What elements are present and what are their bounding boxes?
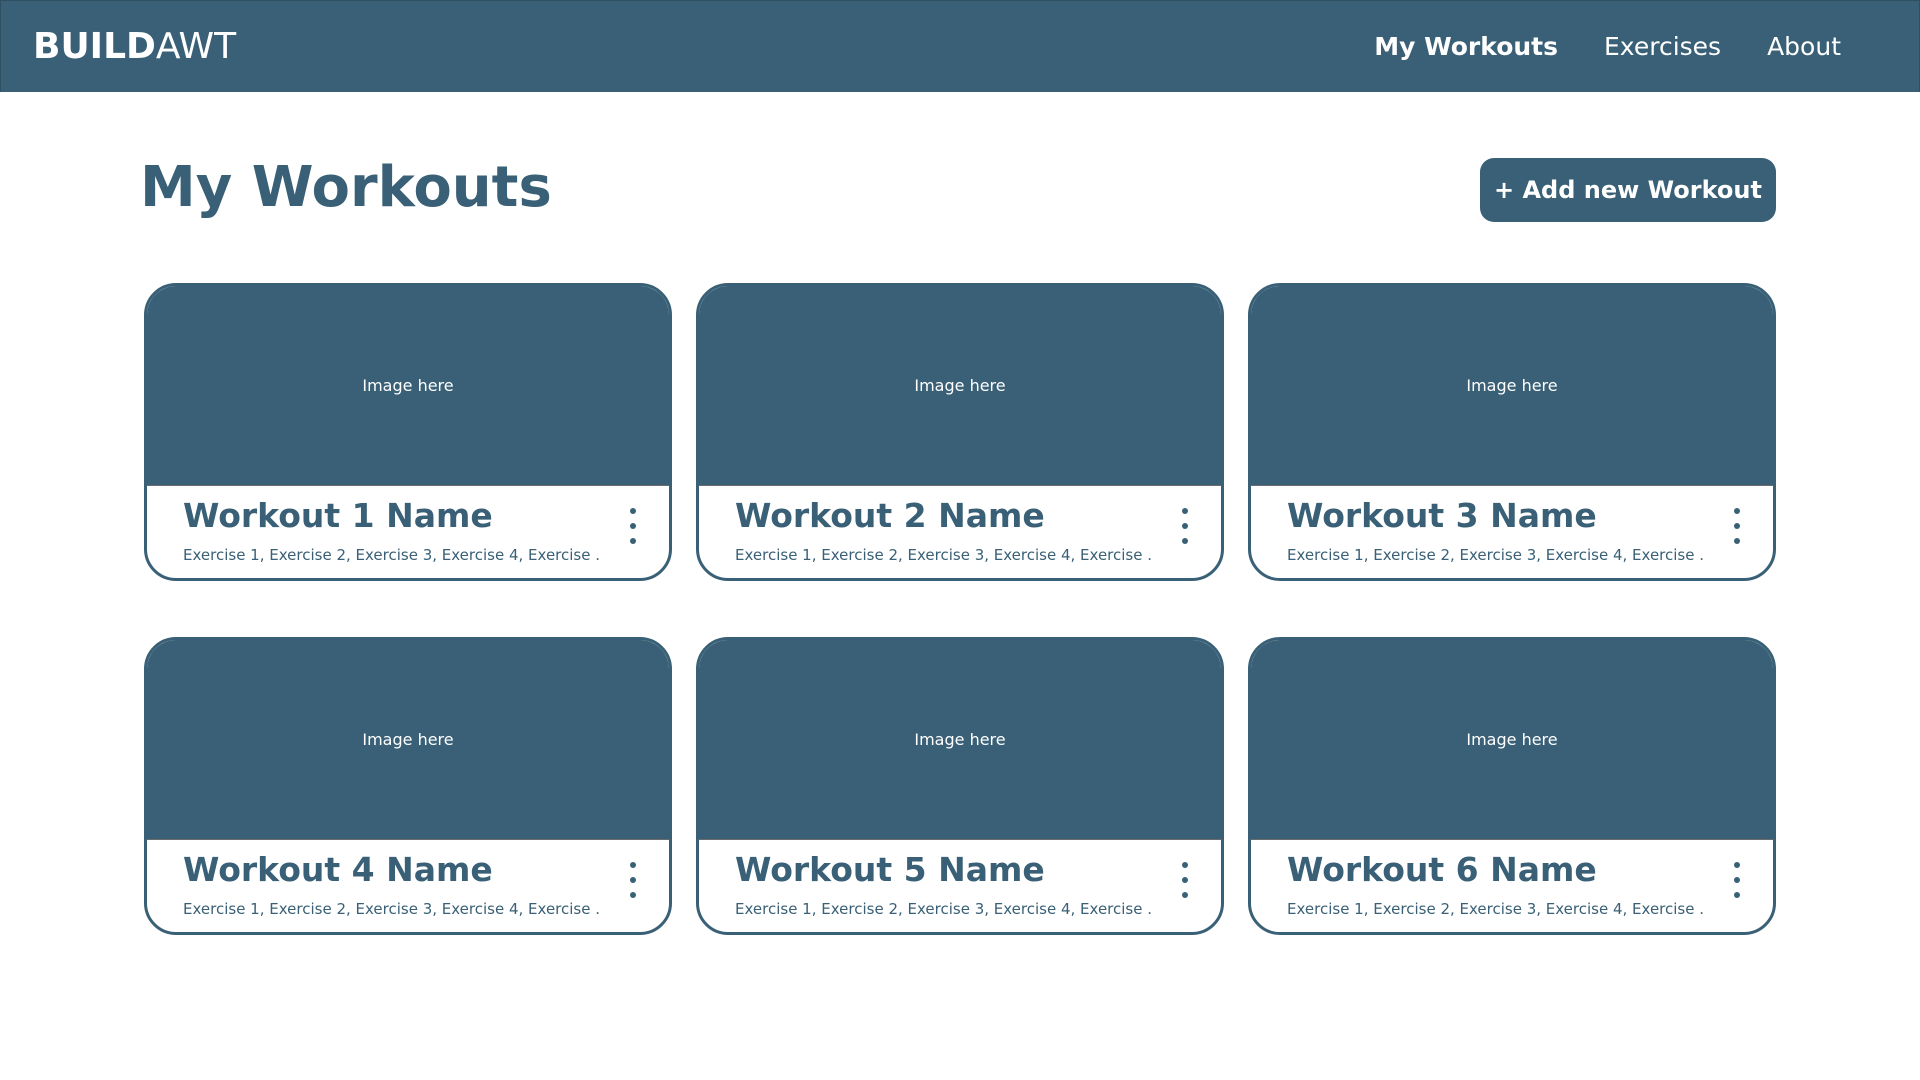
workout-exercise-list: Exercise 1, Exercise 2, Exercise 3, Exer…	[735, 900, 1151, 918]
workout-name: Workout 3 Name	[1287, 496, 1597, 535]
menu-dot	[630, 538, 636, 544]
workout-name: Workout 2 Name	[735, 496, 1045, 535]
image-placeholder-label: Image here	[362, 376, 454, 395]
workout-exercise-list: Exercise 1, Exercise 2, Exercise 3, Exer…	[183, 900, 599, 918]
workout-card-body: Workout 4 Name Exercise 1, Exercise 2, E…	[147, 840, 669, 932]
workout-image-placeholder: Image here	[147, 286, 669, 486]
menu-dot	[630, 877, 636, 883]
menu-dot	[1182, 508, 1188, 514]
workout-image-placeholder: Image here	[699, 640, 1221, 840]
workout-card-body: Workout 1 Name Exercise 1, Exercise 2, E…	[147, 486, 669, 578]
workout-card-body: Workout 3 Name Exercise 1, Exercise 2, E…	[1251, 486, 1773, 578]
workout-name: Workout 6 Name	[1287, 850, 1597, 889]
nav-link-exercises[interactable]: Exercises	[1604, 29, 1721, 65]
menu-dot	[1734, 523, 1740, 529]
workout-exercise-list: Exercise 1, Exercise 2, Exercise 3, Exer…	[735, 546, 1151, 564]
workout-name: Workout 5 Name	[735, 850, 1045, 889]
menu-dot	[1182, 892, 1188, 898]
workout-card[interactable]: Image here Workout 5 Name Exercise 1, Ex…	[696, 637, 1224, 935]
workout-exercise-list: Exercise 1, Exercise 2, Exercise 3, Exer…	[183, 546, 599, 564]
top-navbar: BUILDAWT My Workouts Exercises About	[0, 0, 1920, 92]
nav-link-about[interactable]: About	[1767, 29, 1841, 65]
brand-logo-bold: BUILD	[33, 26, 156, 67]
page-title: My Workouts	[140, 155, 552, 220]
workout-image-placeholder: Image here	[1251, 286, 1773, 486]
more-vertical-icon[interactable]	[1173, 860, 1197, 900]
menu-dot	[1182, 877, 1188, 883]
menu-dot	[1734, 862, 1740, 868]
menu-dot	[1182, 862, 1188, 868]
brand-logo-light: AWT	[155, 26, 237, 67]
more-vertical-icon[interactable]	[1173, 506, 1197, 546]
workout-name: Workout 1 Name	[183, 496, 493, 535]
nav-links: My Workouts Exercises About	[1374, 29, 1841, 65]
menu-dot	[1734, 892, 1740, 898]
workout-grid: Image here Workout 1 Name Exercise 1, Ex…	[144, 283, 1776, 935]
image-placeholder-label: Image here	[1466, 376, 1558, 395]
workout-card[interactable]: Image here Workout 4 Name Exercise 1, Ex…	[144, 637, 672, 935]
workout-card[interactable]: Image here Workout 6 Name Exercise 1, Ex…	[1248, 637, 1776, 935]
image-placeholder-label: Image here	[914, 730, 1006, 749]
menu-dot	[630, 508, 636, 514]
workout-card-body: Workout 5 Name Exercise 1, Exercise 2, E…	[699, 840, 1221, 932]
add-workout-button[interactable]: + Add new Workout	[1480, 158, 1776, 222]
workout-card[interactable]: Image here Workout 2 Name Exercise 1, Ex…	[696, 283, 1224, 581]
image-placeholder-label: Image here	[914, 376, 1006, 395]
menu-dot	[630, 862, 636, 868]
workout-image-placeholder: Image here	[147, 640, 669, 840]
more-vertical-icon[interactable]	[621, 506, 645, 546]
more-vertical-icon[interactable]	[621, 860, 645, 900]
menu-dot	[1182, 538, 1188, 544]
menu-dot	[1734, 877, 1740, 883]
nav-link-my-workouts[interactable]: My Workouts	[1374, 29, 1558, 65]
workout-card[interactable]: Image here Workout 3 Name Exercise 1, Ex…	[1248, 283, 1776, 581]
workout-image-placeholder: Image here	[1251, 640, 1773, 840]
menu-dot	[630, 523, 636, 529]
image-placeholder-label: Image here	[1466, 730, 1558, 749]
menu-dot	[1734, 508, 1740, 514]
brand-logo[interactable]: BUILDAWT	[33, 25, 236, 69]
menu-dot	[1182, 523, 1188, 529]
menu-dot	[630, 892, 636, 898]
workout-image-placeholder: Image here	[699, 286, 1221, 486]
menu-dot	[1734, 538, 1740, 544]
image-placeholder-label: Image here	[362, 730, 454, 749]
workout-card[interactable]: Image here Workout 1 Name Exercise 1, Ex…	[144, 283, 672, 581]
more-vertical-icon[interactable]	[1725, 860, 1749, 900]
workout-name: Workout 4 Name	[183, 850, 493, 889]
workout-exercise-list: Exercise 1, Exercise 2, Exercise 3, Exer…	[1287, 900, 1703, 918]
more-vertical-icon[interactable]	[1725, 506, 1749, 546]
workout-exercise-list: Exercise 1, Exercise 2, Exercise 3, Exer…	[1287, 546, 1703, 564]
workout-card-body: Workout 6 Name Exercise 1, Exercise 2, E…	[1251, 840, 1773, 932]
workout-card-body: Workout 2 Name Exercise 1, Exercise 2, E…	[699, 486, 1221, 578]
